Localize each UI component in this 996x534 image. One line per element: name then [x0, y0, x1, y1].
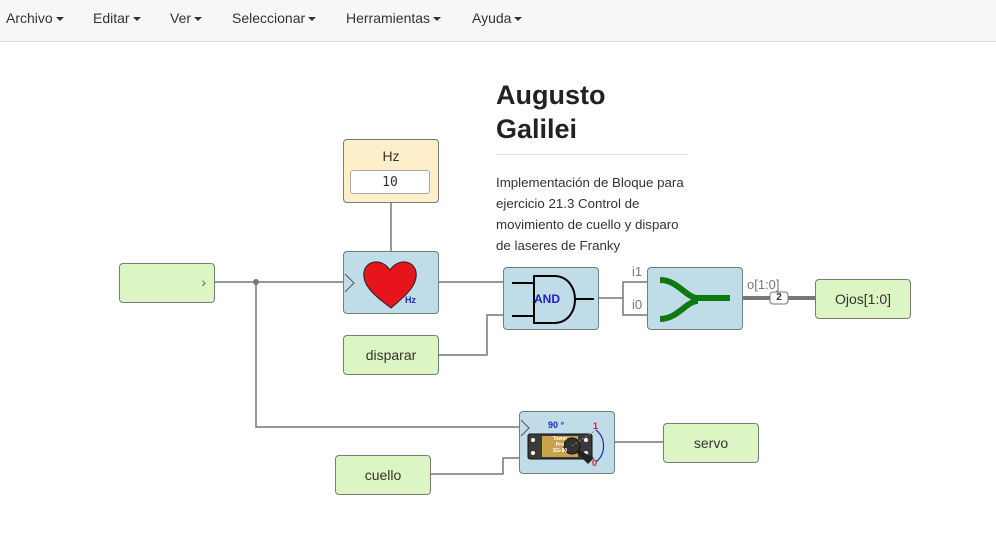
info-divider [496, 154, 688, 155]
heart-unit-label: Hz [405, 295, 416, 305]
disparar-input-block[interactable]: disparar [343, 335, 439, 375]
wire-disparar-to-and[interactable] [438, 314, 503, 356]
servo-low-label: 0 [592, 458, 598, 468]
servo-output-block[interactable]: servo [663, 423, 759, 463]
and-gate-block[interactable]: AND [503, 267, 599, 330]
cuello-label: cuello [364, 467, 402, 483]
joiner-i0-label: i0 [632, 297, 643, 312]
constant-value-field[interactable]: 10 [350, 170, 430, 194]
cuello-input-block[interactable]: cuello [335, 455, 431, 495]
servo-brand-line3: SG-90 [552, 448, 568, 454]
and-gate-label: AND [534, 292, 560, 306]
ojos-label: Ojos[1:0] [834, 291, 892, 307]
constant-label: Hz [382, 148, 400, 164]
wire-and-to-joiner-i1[interactable] [599, 281, 647, 299]
servo-high-label: 1 [593, 421, 599, 431]
info-description: Implementación de Bloque para ejercicio … [496, 175, 684, 253]
joiner-out-label: o[1:0] [747, 277, 780, 292]
bus-joiner-block[interactable] [647, 267, 743, 330]
ojos-output-block[interactable]: Ojos[1:0] [815, 279, 911, 319]
wire-cuello-to-servo[interactable] [430, 457, 519, 475]
servo-angle-label: 90 ° [548, 420, 565, 430]
wire-junction-dot [253, 279, 259, 285]
heart-icon [344, 261, 417, 309]
servo-brand-text: Tower Pro SG-90 [542, 436, 578, 454]
heartbeat-block[interactable]: Hz [343, 251, 439, 314]
joiner-icon [659, 277, 730, 322]
joiner-i1-label: i1 [632, 264, 643, 279]
info-title-line1: Augusto [496, 80, 606, 110]
chevron-right-icon: › [201, 274, 206, 290]
servo-motor-block[interactable]: 90 ° 1 0 Tower Pro SG-90 [519, 411, 615, 474]
disparar-label: disparar [365, 347, 417, 363]
info-title: Augusto Galilei [496, 78, 696, 146]
input-port-block[interactable]: › [119, 263, 215, 303]
constant-hz-block[interactable]: Hz 10 [343, 139, 439, 203]
info-title-line2: Galilei [496, 114, 578, 144]
servo-output-label: servo [693, 435, 729, 451]
bus-width-label: 2 [776, 292, 782, 303]
